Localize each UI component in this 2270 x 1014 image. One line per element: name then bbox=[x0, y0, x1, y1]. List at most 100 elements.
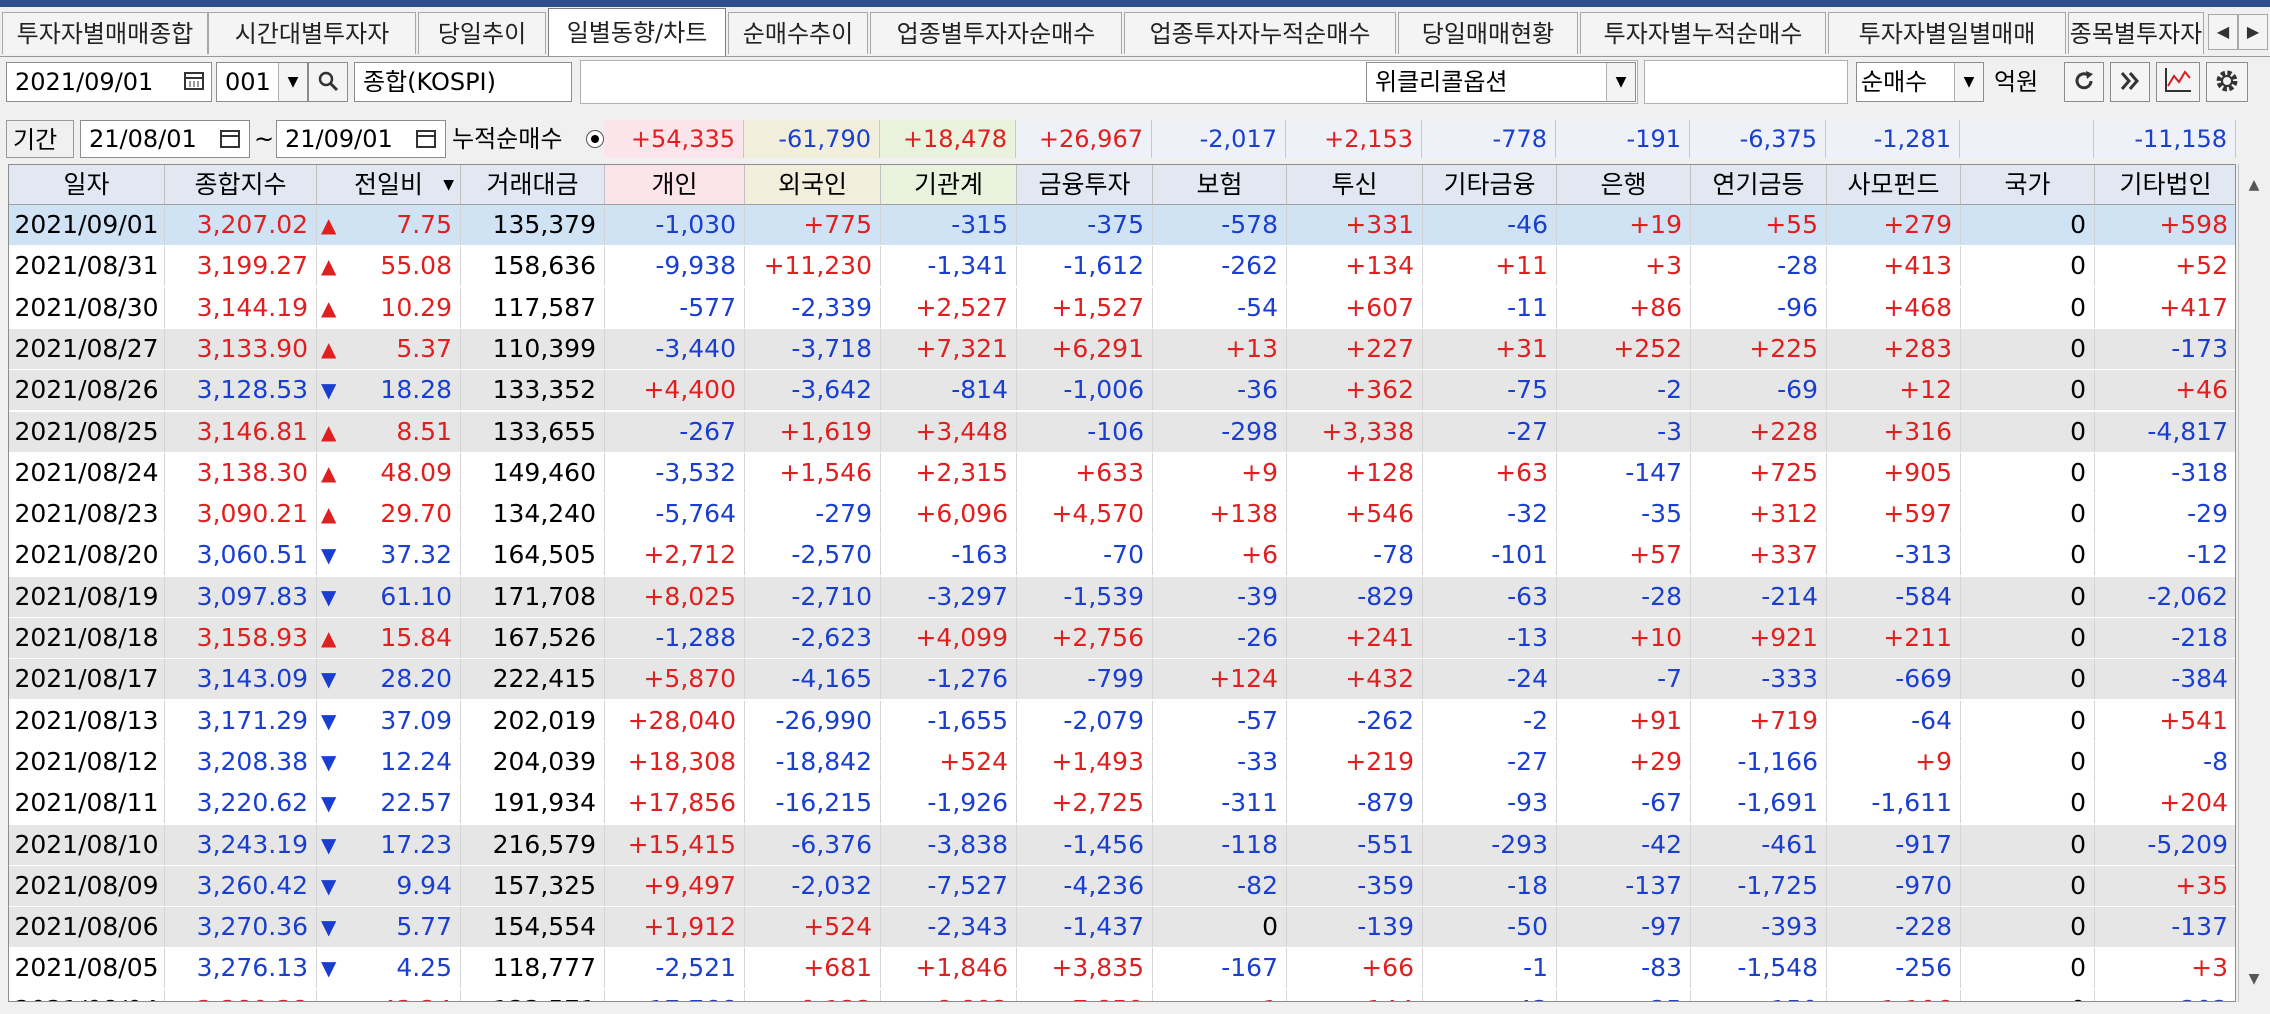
table-row[interactable]: 2021/08/09 3,260.42 ▼ 9.94 157,325 +9,497 -2,0… bbox=[9, 865, 2235, 906]
cum-sum-7: -191 bbox=[1556, 120, 1690, 158]
column-header-13[interactable]: 사모펀드 bbox=[1827, 165, 1961, 205]
code-select[interactable]: 001 ▼ bbox=[216, 62, 308, 102]
column-header-4[interactable]: 개인 bbox=[605, 165, 745, 205]
up-arrow-icon: ▲ bbox=[321, 213, 337, 237]
cell-전일비: ▲ 8.51 bbox=[317, 411, 461, 452]
cell-일자: 2021/08/19 bbox=[9, 576, 165, 617]
cell-기타법인: -5,209 bbox=[2095, 825, 2235, 865]
search-icon[interactable] bbox=[308, 62, 348, 102]
refresh-icon[interactable] bbox=[2064, 62, 2104, 102]
tab-scroll-left-icon[interactable]: ◀ bbox=[2208, 14, 2238, 50]
tab-8[interactable]: 투자자별누적순매수 bbox=[1580, 12, 1826, 54]
cell-기타금융: -101 bbox=[1423, 535, 1557, 576]
cell-금융투자: -70 bbox=[1017, 535, 1153, 576]
cell-사모펀드: -970 bbox=[1827, 865, 1961, 906]
cell-기타금융: +63 bbox=[1423, 452, 1557, 493]
cell-개인: +18,308 bbox=[605, 741, 745, 782]
market-name-field[interactable]: 종합(KOSPI) bbox=[354, 62, 572, 102]
chevron-down-icon[interactable]: ▼ bbox=[1954, 63, 1983, 101]
cell-사모펀드: -256 bbox=[1827, 948, 1961, 989]
column-header-12[interactable]: 연기금등 bbox=[1691, 165, 1827, 205]
chart-icon[interactable] bbox=[2156, 62, 2200, 102]
column-header-1[interactable]: 종합지수 bbox=[165, 165, 317, 205]
scroll-down-icon[interactable]: ▼ bbox=[2239, 964, 2269, 994]
column-header-9[interactable]: 투신 bbox=[1287, 165, 1423, 205]
cell-보험: +13 bbox=[1153, 328, 1287, 369]
table-row[interactable]: 2021/08/23 3,090.21 ▲ 29.70 134,240 -5,764 -27… bbox=[9, 494, 2235, 535]
cell-은행: -2 bbox=[1557, 370, 1691, 411]
table-row[interactable]: 2021/08/25 3,146.81 ▲ 8.51 133,655 -267 +1,619… bbox=[9, 411, 2235, 452]
column-header-10[interactable]: 기타금융 bbox=[1423, 165, 1557, 205]
cell-은행: -3 bbox=[1557, 411, 1691, 452]
column-header-11[interactable]: 은행 bbox=[1557, 165, 1691, 205]
chevron-down-icon[interactable]: ▼ bbox=[278, 63, 307, 101]
table-row[interactable]: 2021/08/26 3,128.53 ▼ 18.28 133,352 +4,400 -3,… bbox=[9, 370, 2235, 411]
calendar-icon[interactable] bbox=[176, 62, 212, 102]
sort-dropdown-icon[interactable]: ▼ bbox=[443, 165, 454, 205]
tab-0[interactable]: 투자자별매매종합 bbox=[2, 12, 208, 54]
tab-1[interactable]: 시간대별투자자 bbox=[208, 12, 416, 54]
cell-보험: -82 bbox=[1153, 865, 1287, 906]
column-header-3[interactable]: 거래대금 bbox=[461, 165, 605, 205]
calendar-icon[interactable] bbox=[408, 120, 444, 158]
gear-icon[interactable] bbox=[2206, 62, 2248, 102]
table-row[interactable]: 2021/08/27 3,133.90 ▲ 5.37 110,399 -3,440 -3,7… bbox=[9, 328, 2235, 369]
cell-종합지수: 3,208.38 bbox=[165, 741, 317, 782]
column-header-2[interactable]: 전일비 ▼ bbox=[317, 165, 461, 205]
double-chevron-icon[interactable] bbox=[2110, 62, 2150, 102]
tab-4[interactable]: 순매수추이 bbox=[728, 12, 868, 54]
table-row[interactable]: 2021/08/19 3,097.83 ▼ 61.10 171,708 +8,025 -2,… bbox=[9, 576, 2235, 617]
cell-은행: -25 bbox=[1557, 989, 1691, 1001]
tab-7[interactable]: 당일매매현황 bbox=[1398, 12, 1578, 54]
table-row[interactable]: 2021/08/10 3,243.19 ▼ 17.23 216,579 +15,415 -6… bbox=[9, 824, 2235, 865]
table-row[interactable]: 2021/08/13 3,171.29 ▼ 37.09 202,019 +28,040 -2… bbox=[9, 700, 2235, 741]
table-row[interactable]: 2021/08/30 3,144.19 ▲ 10.29 117,587 -577 -2,33… bbox=[9, 287, 2235, 328]
cum-sum-1: -61,790 bbox=[744, 120, 880, 158]
column-header-0[interactable]: 일자 bbox=[9, 165, 165, 205]
type-select[interactable]: 순매수 ▼ bbox=[1856, 62, 1984, 102]
cell-보험: -262 bbox=[1153, 246, 1287, 287]
chevron-down-icon[interactable]: ▼ bbox=[1606, 63, 1635, 101]
table-row[interactable]: 2021/08/17 3,143.09 ▼ 28.20 222,415 +5,870 -4,… bbox=[9, 659, 2235, 700]
weekly-option-select[interactable]: 위클리콜옵션 ▼ bbox=[1366, 62, 1636, 102]
cell-투신: -879 bbox=[1287, 783, 1423, 824]
tab-5[interactable]: 업종별투자자순매수 bbox=[870, 12, 1122, 54]
cell-기타법인: +204 bbox=[2095, 783, 2235, 823]
table-row[interactable]: 2021/08/18 3,158.93 ▲ 15.84 167,526 -1,288 -2,… bbox=[9, 618, 2235, 658]
cell-외국인: -3,718 bbox=[745, 328, 881, 369]
tab-scroll-right-icon[interactable]: ▶ bbox=[2238, 14, 2268, 50]
change-value: 12.24 bbox=[380, 746, 452, 776]
table-row[interactable]: 2021/08/11 3,220.62 ▼ 22.57 191,934 +17,856 -1… bbox=[9, 783, 2235, 824]
tab-10[interactable]: 종목별투자자 bbox=[2068, 12, 2204, 54]
column-header-8[interactable]: 보험 bbox=[1153, 165, 1287, 205]
column-header-15[interactable]: 기타법인 bbox=[2095, 165, 2235, 205]
scroll-up-icon[interactable]: ▲ bbox=[2239, 170, 2269, 200]
tab-2[interactable]: 당일추이 bbox=[418, 12, 546, 54]
table-row[interactable]: 2021/08/31 3,199.27 ▲ 55.08 158,636 -9,938 +11… bbox=[9, 246, 2235, 287]
column-header-14[interactable]: 국가 bbox=[1961, 165, 2095, 205]
table-row[interactable]: 2021/08/12 3,208.38 ▼ 12.24 204,039 +18,308 -1… bbox=[9, 741, 2235, 782]
table-row[interactable]: 2021/08/05 3,276.13 ▼ 4.25 118,777 -2,521 +681… bbox=[9, 948, 2235, 989]
cell-전일비: ▼ 61.10 bbox=[317, 576, 461, 617]
calendar-icon[interactable] bbox=[212, 120, 248, 158]
tab-3[interactable]: 일별동향/차트 bbox=[548, 8, 726, 56]
cell-보험: -118 bbox=[1153, 824, 1287, 865]
table-row[interactable]: 2021/08/043,280.38 ▲ 43.24 123,571-17,766+9… bbox=[9, 989, 2235, 1001]
cell-은행: +57 bbox=[1557, 535, 1691, 576]
cell-거래대금: 157,325 bbox=[461, 865, 605, 906]
column-header-5[interactable]: 외국인 bbox=[745, 165, 881, 205]
table-row[interactable]: 2021/08/06 3,270.36 ▼ 5.77 154,554 +1,912 +524… bbox=[9, 907, 2235, 948]
table-row[interactable]: 2021/09/01 3,207.02 ▲ 7.75 135,379 -1,030 +775… bbox=[9, 205, 2235, 245]
tab-6[interactable]: 업종투자자누적순매수 bbox=[1124, 12, 1396, 54]
cell-보험: +124 bbox=[1153, 659, 1287, 700]
cell-종합지수: 3,243.19 bbox=[165, 824, 317, 865]
change-value: 4.25 bbox=[396, 953, 452, 983]
vertical-scrollbar[interactable]: ▲ ▼ bbox=[2238, 164, 2269, 1002]
table-row[interactable]: 2021/08/20 3,060.51 ▼ 37.32 164,505 +2,712 -2,… bbox=[9, 535, 2235, 576]
cell-기타법인: -384 bbox=[2095, 659, 2235, 699]
table-row[interactable]: 2021/08/24 3,138.30 ▲ 48.09 149,460 -3,532 +1,… bbox=[9, 452, 2235, 493]
column-header-7[interactable]: 금융투자 bbox=[1017, 165, 1153, 205]
tab-9[interactable]: 투자자별일별매매 bbox=[1828, 12, 2066, 54]
column-header-6[interactable]: 기관계 bbox=[881, 165, 1017, 205]
cell-종합지수: 3,270.36 bbox=[165, 907, 317, 948]
